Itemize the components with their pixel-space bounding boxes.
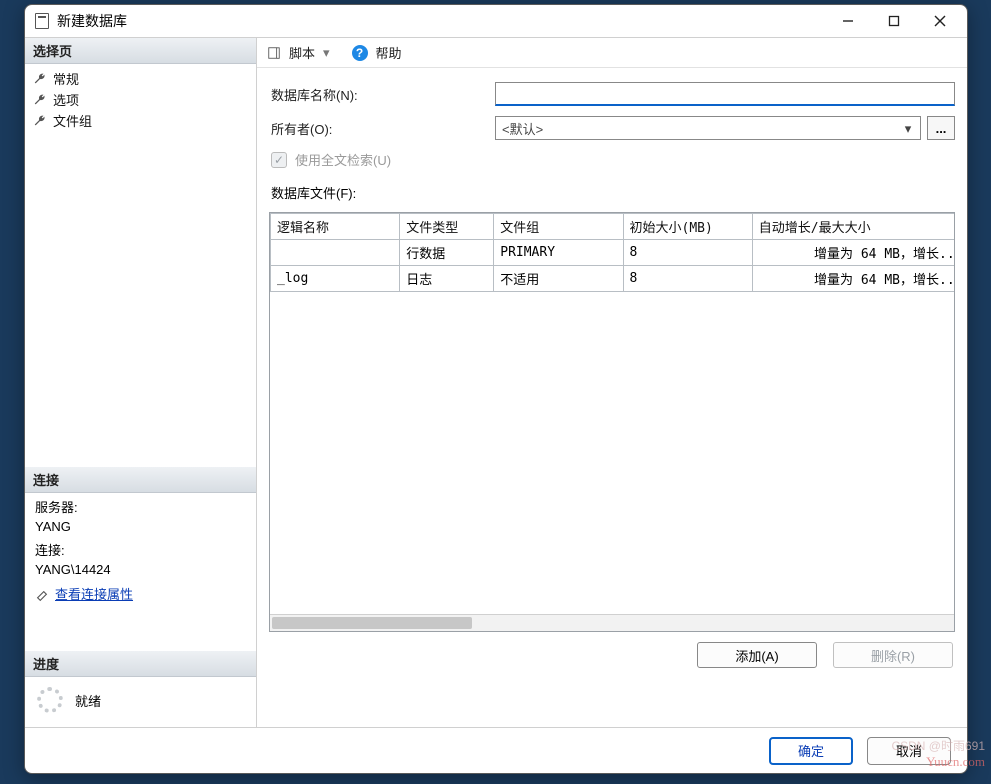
col-initsize[interactable]: 初始大小(MB) <box>623 214 752 240</box>
connection-label: 连接: <box>35 542 246 561</box>
dialog-footer: 确定 取消 <box>25 727 967 773</box>
add-button[interactable]: 添加(A) <box>697 642 817 668</box>
server-label: 服务器: <box>35 499 246 518</box>
owner-combo[interactable]: <默认> ▾ <box>495 116 921 140</box>
owner-label: 所有者(O): <box>271 119 495 138</box>
select-page-header: 选择页 <box>25 38 256 64</box>
wrench-icon <box>33 72 47 86</box>
properties-icon <box>35 589 49 603</box>
cell-autogrow[interactable]: 增量为 64 MB，增长... ... <box>752 266 954 292</box>
minimize-button[interactable] <box>825 6 871 36</box>
dialog-window: 新建数据库 选择页 常规 选项 <box>24 4 968 774</box>
progress-state: 就绪 <box>75 691 101 710</box>
cell-initsize[interactable]: 8 <box>623 240 752 266</box>
help-icon: ? <box>352 45 368 61</box>
files-grid: 逻辑名称 文件类型 文件组 初始大小(MB) 自动增长/最大大小 路径 行数据 <box>269 212 955 632</box>
maximize-button[interactable] <box>871 6 917 36</box>
sidebar-item-label: 常规 <box>53 69 79 88</box>
col-autogrow[interactable]: 自动增长/最大大小 <box>752 214 954 240</box>
chevron-down-icon: ▾ <box>900 121 916 137</box>
script-button[interactable]: 脚本 <box>289 43 315 62</box>
table-row[interactable]: _log 日志 不适用 8 增量为 64 MB，增长... ... D:\Pr <box>271 266 955 292</box>
connection-panel: 服务器: YANG 连接: YANG\14424 查看连接属性 <box>25 493 256 611</box>
connection-value: YANG\14424 <box>35 561 246 580</box>
sidebar-item-label: 选项 <box>53 90 79 109</box>
wrench-icon <box>33 114 47 128</box>
connection-header: 连接 <box>25 467 256 493</box>
col-filegroup[interactable]: 文件组 <box>494 214 623 240</box>
files-label: 数据库文件(F): <box>271 183 955 202</box>
autogrow-text: 增量为 64 MB，增长... <box>814 243 954 262</box>
dbname-input[interactable] <box>495 82 955 106</box>
cell-autogrow[interactable]: 增量为 64 MB，增长... ... <box>752 240 954 266</box>
cell-filetype[interactable]: 日志 <box>400 266 494 292</box>
col-filetype[interactable]: 文件类型 <box>400 214 494 240</box>
table-row[interactable]: 行数据 PRIMARY 8 增量为 64 MB，增长... ... D:\Pr <box>271 240 955 266</box>
fulltext-label: 使用全文检索(U) <box>295 150 391 169</box>
cell-filetype[interactable]: 行数据 <box>400 240 494 266</box>
database-icon <box>35 13 49 29</box>
owner-browse-button[interactable]: ... <box>927 116 955 140</box>
progress-panel: 就绪 <box>25 677 256 727</box>
sidebar-item-options[interactable]: 选项 <box>31 89 250 110</box>
csdn-watermark: CSDN @时雨691 <box>891 737 985 754</box>
cell-initsize[interactable]: 8 <box>623 266 752 292</box>
progress-header: 进度 <box>25 651 256 677</box>
horizontal-scrollbar[interactable] <box>270 614 954 631</box>
scrollbar-thumb[interactable] <box>272 617 472 629</box>
sidebar-item-filegroups[interactable]: 文件组 <box>31 110 250 131</box>
sidebar-item-label: 文件组 <box>53 111 92 130</box>
cell-filegroup[interactable]: PRIMARY <box>494 240 623 266</box>
owner-value: <默认> <box>502 119 543 138</box>
autogrow-text: 增量为 64 MB，增长... <box>814 269 954 288</box>
main-panel: 脚本 ▾ ? 帮助 数据库名称(N): 所有者(O): <默认> ▾ <box>257 38 967 727</box>
cell-logical[interactable]: _log <box>271 266 400 292</box>
grid-header-row: 逻辑名称 文件类型 文件组 初始大小(MB) 自动增长/最大大小 路径 <box>271 214 955 240</box>
fulltext-checkbox: ✓ <box>271 152 287 168</box>
site-watermark: Yuucn.com <box>926 754 985 770</box>
script-icon <box>267 46 281 60</box>
server-value: YANG <box>35 518 246 537</box>
help-button[interactable]: 帮助 <box>376 43 402 62</box>
wrench-icon <box>33 93 47 107</box>
close-button[interactable] <box>917 6 963 36</box>
spinner-icon <box>37 687 63 713</box>
view-connection-properties-link[interactable]: 查看连接属性 <box>55 586 133 605</box>
cell-filegroup[interactable]: 不适用 <box>494 266 623 292</box>
window-title: 新建数据库 <box>57 11 127 31</box>
dbname-label: 数据库名称(N): <box>271 85 495 104</box>
titlebar: 新建数据库 <box>25 5 967 37</box>
sidebar: 选择页 常规 选项 文件组 连接 服务器: YANG <box>25 38 257 727</box>
cell-logical[interactable] <box>271 240 400 266</box>
ok-button[interactable]: 确定 <box>769 737 853 765</box>
col-logical[interactable]: 逻辑名称 <box>271 214 400 240</box>
sidebar-item-general[interactable]: 常规 <box>31 68 250 89</box>
remove-button: 删除(R) <box>833 642 953 668</box>
toolbar: 脚本 ▾ ? 帮助 <box>257 38 967 68</box>
